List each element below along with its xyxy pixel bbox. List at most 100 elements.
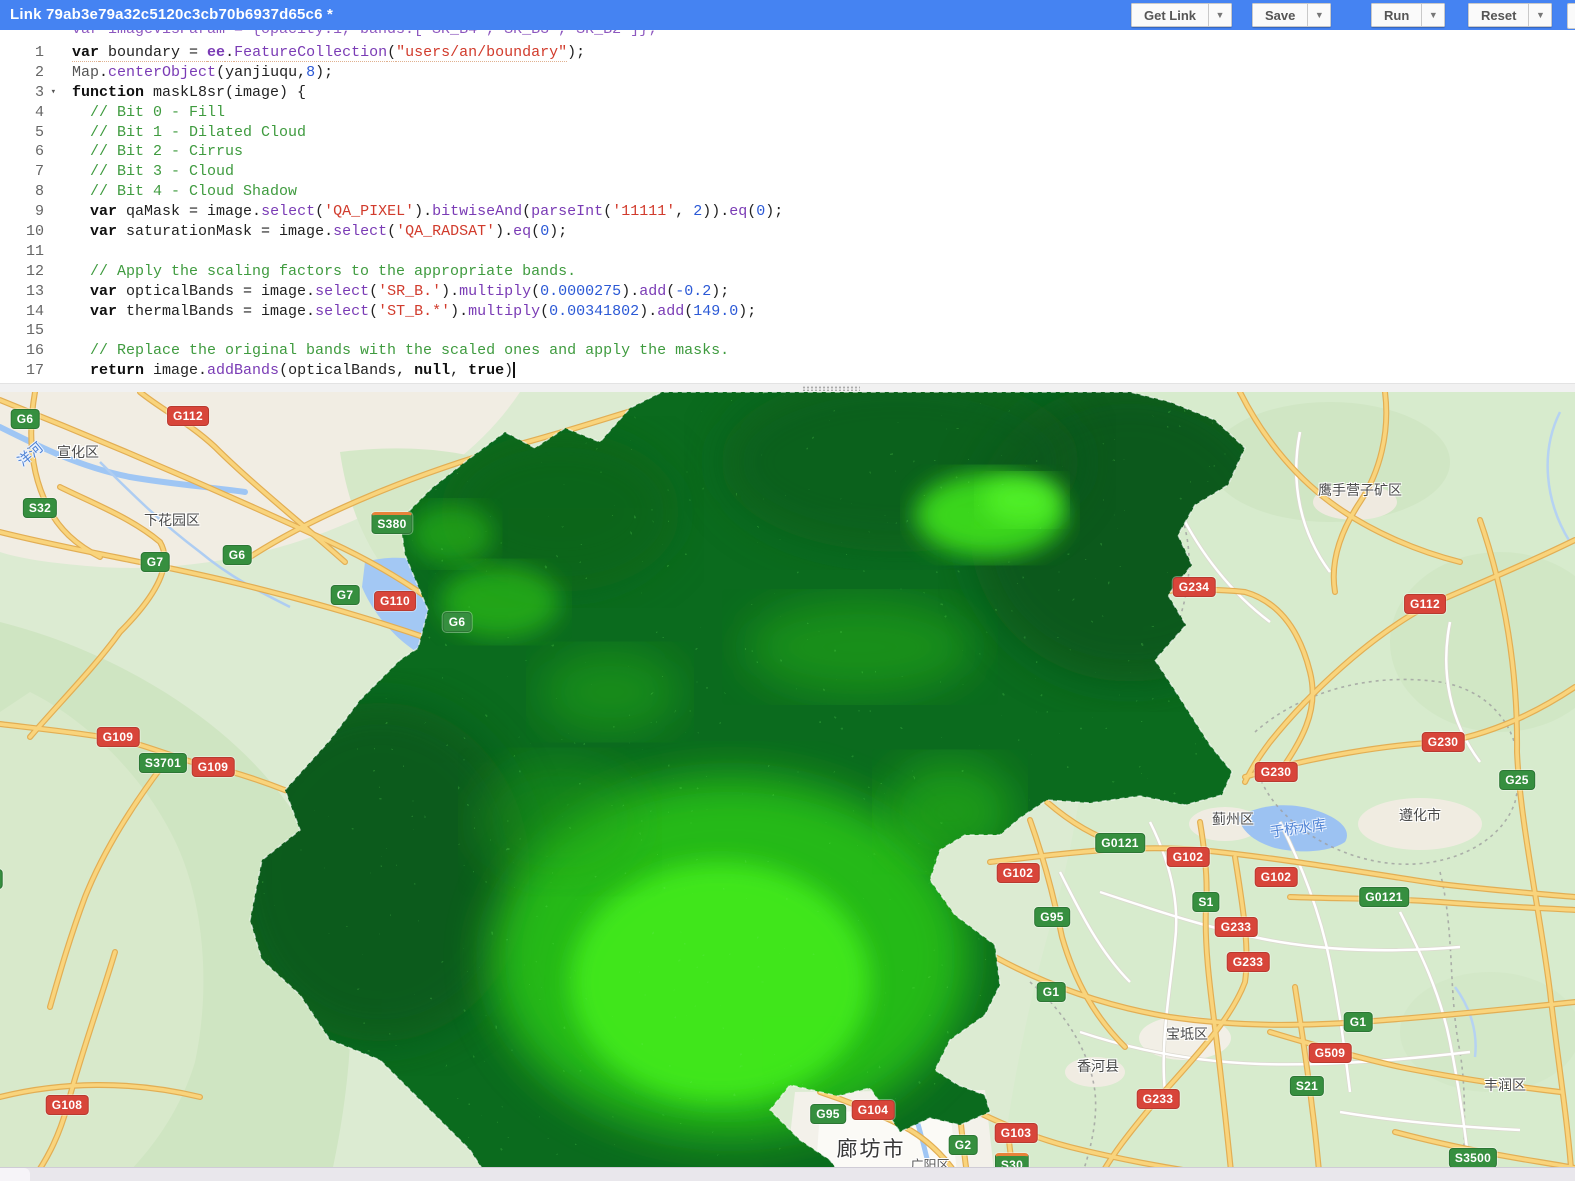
road-shield: S3500 [1448,1148,1498,1168]
road-shield: G1 [1343,1012,1373,1032]
line-number: 17 [25,362,44,380]
code-line[interactable]: 10 var saturationMask = image.select('QA… [0,222,1575,242]
divider-drag-handle[interactable] [802,386,860,391]
map-panel[interactable]: G6G112S32S380G6G7G7G110G6G109S3701G109G6… [0,392,1575,1181]
code-line[interactable]: 9 var qaMask = image.select('QA_PIXEL').… [0,202,1575,222]
place-label: 宣化区 [57,444,99,460]
code-line[interactable]: 4 // Bit 0 - Fill [0,103,1575,123]
place-label: 蓟州区 [1212,811,1254,827]
code-line[interactable]: 11 [0,242,1575,262]
road-shield: G102 [1254,867,1298,887]
reset-split-button: Reset ▼ [1468,3,1553,27]
reset-dropdown-button[interactable]: ▼ [1528,3,1553,27]
run-button[interactable]: Run [1371,3,1422,27]
place-label: 鹰手营子矿区 [1318,482,1402,498]
run-dropdown-button[interactable]: ▼ [1421,3,1446,27]
road-shield: G509 [1308,1043,1352,1063]
code-lines: 1 var boundary = ee.FeatureCollection("us… [0,43,1575,381]
road-shield: G109 [191,757,235,777]
road-shield: G95 [1034,907,1070,927]
line-number: 2 [34,63,44,81]
road-shield: S3701 [138,753,188,773]
line-number: 10 [25,223,44,241]
code-line[interactable]: 7 // Bit 3 - Cloud [0,162,1575,182]
partial-button-edge[interactable] [1567,3,1575,29]
save-dropdown-button[interactable]: ▼ [1307,3,1332,27]
road-shield: G25 [1499,770,1535,790]
road-shield: G104 [851,1100,895,1120]
road-shield: G1 [1036,982,1066,1002]
save-button[interactable]: Save [1252,3,1308,27]
line-number: 3 ▾ [34,83,56,103]
road-shield: G7 [330,585,360,605]
code-line[interactable]: 8 // Bit 4 - Cloud Shadow [0,182,1575,202]
text-cursor [513,362,516,379]
road-shield: S32 [22,498,58,518]
road-shield: S21 [1289,1076,1325,1096]
road-shield: G102 [1166,847,1210,867]
line-number: 16 [25,342,44,360]
bottom-bar-corner [0,1168,30,1181]
clipped-code-line: var imageVisParam = {opacity:1, bands:['… [0,30,1575,43]
chevron-down-icon: ▼ [1215,10,1225,20]
earth-engine-code-editor: { "toolbar": { "title": "Link 79ab3e79a3… [0,0,1575,1181]
top-toolbar: Link 79ab3e79a32c5120c3cb70b6937d65c6 * … [0,0,1575,30]
road-shield: G109 [96,727,140,747]
road-shield: G95 [810,1104,846,1124]
road-shield: G7 [140,552,170,572]
road-shield: G6 [442,612,472,632]
road-shield: G234 [1172,577,1216,597]
fold-arrow-icon[interactable]: ▾ [51,83,56,103]
line-number: 7 [34,163,44,181]
code-line[interactable]: 15 [0,321,1575,341]
code-line[interactable]: 12 // Apply the scaling factors to the a… [0,262,1575,282]
code-line[interactable]: 14 var thermalBands = image.select('ST_B… [0,302,1575,322]
line-number: 11 [25,242,44,260]
road-shield: G112 [1404,594,1446,614]
panel-divider [0,383,1575,392]
place-label: 宝坻区 [1166,1026,1208,1042]
code-line[interactable]: 6 // Bit 2 - Cirrus [0,142,1575,162]
code-line[interactable]: 1 var boundary = ee.FeatureCollection("us… [0,43,1575,63]
code-line[interactable]: 17 return image.addBands(opticalBands, n… [0,361,1575,381]
line-number: 5 [34,123,44,141]
road-shield: G6 [222,545,252,565]
road-shield: G233 [1226,952,1270,972]
code-line[interactable]: 13 var opticalBands = image.select('SR_B… [0,282,1575,302]
code-line[interactable]: 2 Map.centerObject(yanjiuqu,8); [0,63,1575,83]
reset-button[interactable]: Reset [1468,3,1529,27]
place-label: 遵化市 [1399,807,1441,823]
get-link-dropdown-button[interactable]: ▼ [1208,3,1233,27]
save-split-button: Save ▼ [1252,3,1332,27]
place-label: 香河县 [1077,1058,1119,1074]
road-shield: G108 [45,1095,89,1115]
line-number: 1 [34,44,44,61]
road-shield: G2 [948,1135,978,1155]
line-number: 4 [34,103,44,121]
code-line[interactable]: 3 ▾ function maskL8sr(image) { [0,83,1575,103]
get-link-split-button: Get Link ▼ [1131,3,1233,27]
road-shield: G6 [0,869,3,889]
code-editor[interactable]: var imageVisParam = {opacity:1, bands:['… [0,30,1575,383]
code-line[interactable]: 5 // Bit 1 - Dilated Cloud [0,123,1575,143]
road-shield: S1 [1192,892,1220,912]
chevron-down-icon: ▼ [1535,10,1545,20]
place-label: 廊坊市 [836,1138,906,1161]
road-shield: G233 [1214,917,1258,937]
line-number: 15 [25,322,44,340]
place-label: 丰润区 [1484,1077,1526,1093]
road-shield: G233 [1136,1089,1180,1109]
code-line[interactable]: 16 // Replace the original bands with th… [0,341,1575,361]
line-number: 9 [34,203,44,221]
road-shield: G0121 [1095,833,1145,853]
road-shield: S380 [371,512,413,534]
water-label: 于桥水库 [1269,816,1327,840]
script-link-title: Link 79ab3e79a32c5120c3cb70b6937d65c6 * [10,6,334,23]
road-shield: G112 [167,406,209,426]
water-label: 洋河 [14,438,46,470]
place-label: 下花园区 [144,512,200,528]
road-shield: G230 [1254,762,1298,782]
road-shield: G0121 [1359,887,1409,907]
line-number: 6 [34,143,44,161]
get-link-button[interactable]: Get Link [1131,3,1209,27]
